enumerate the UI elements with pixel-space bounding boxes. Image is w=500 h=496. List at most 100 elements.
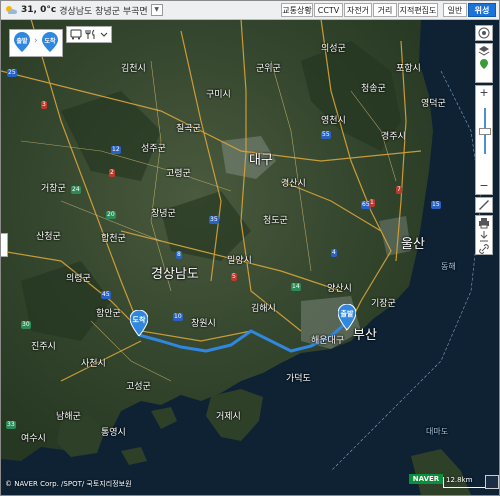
map-label: 가덕도 xyxy=(286,374,311,384)
zoom-in-button[interactable]: + xyxy=(476,87,492,99)
layer-controls xyxy=(475,43,493,83)
map-viewport[interactable]: 도착 출발 경상남도 대구 울산 부산 구미시 칠곡군 영천시 경산시 청도군 … xyxy=(0,0,500,496)
panel-collapse-handle[interactable] xyxy=(1,233,8,257)
weather-widget[interactable]: 31, 0°c 경상남도 창녕군 부곡면 ▼ xyxy=(4,3,163,17)
road-shield: 4 xyxy=(331,249,337,257)
road-shield: 1 xyxy=(369,199,375,207)
map-label: 성주군 xyxy=(141,144,166,154)
bus-icon[interactable] xyxy=(70,29,82,40)
map-label: 남해군 xyxy=(56,412,81,422)
road-shield: 30 xyxy=(21,321,31,329)
download-icon[interactable] xyxy=(478,230,490,242)
ruler-button[interactable] xyxy=(475,197,493,213)
map-label: 양산시 xyxy=(327,284,352,294)
map-label: 고성군 xyxy=(126,382,151,392)
map-label: 경주시 xyxy=(381,132,406,142)
road-shield: 24 xyxy=(71,186,81,194)
weather-temperature: 31, 0°c xyxy=(21,5,57,15)
road-shield: 7 xyxy=(396,186,402,194)
zoom-slider-handle[interactable] xyxy=(479,128,491,135)
map-label: 청도군 xyxy=(263,216,288,226)
transport-tools xyxy=(66,26,112,43)
map-label: 의령군 xyxy=(66,274,91,284)
road-shield: 2 xyxy=(109,169,115,177)
weather-location: 경상남도 창녕군 부곡면 xyxy=(59,6,148,17)
road-shield: 15 xyxy=(431,201,441,209)
print-icon[interactable] xyxy=(478,217,490,229)
attribution: © NAVER Corp. /SPOT/ 국토지리정보원 xyxy=(5,480,132,488)
road-shield: 14 xyxy=(291,283,301,291)
link-icon[interactable] xyxy=(478,243,490,255)
road-shield: 25 xyxy=(7,69,17,77)
naver-logo: NAVER xyxy=(409,474,443,484)
zoom-control[interactable]: + − xyxy=(475,85,493,195)
layers-icon[interactable] xyxy=(478,45,490,57)
map-label: 영덕군 xyxy=(421,99,446,109)
restaurant-icon[interactable] xyxy=(85,29,97,40)
road-shield: 20 xyxy=(106,211,116,219)
arrival-pin-label: 도착 xyxy=(132,316,146,324)
route-arrive-pin[interactable]: 도착 xyxy=(42,32,58,52)
map-label: 칠곡군 xyxy=(176,124,201,134)
road-shield: 45 xyxy=(101,291,111,299)
map-label: 경산시 xyxy=(281,179,306,189)
ruler-icon xyxy=(479,200,489,210)
road-shield: 55 xyxy=(321,131,331,139)
road-shield: 8 xyxy=(176,251,182,259)
road-shield: 33 xyxy=(6,421,16,429)
map-label: 여수시 xyxy=(21,434,46,444)
minimap-button[interactable] xyxy=(485,475,499,489)
map-label: 진주시 xyxy=(31,342,56,352)
map-label: 울산 xyxy=(401,237,425,252)
map-label: 거창군 xyxy=(41,184,66,194)
map-label: 해운대구 xyxy=(311,336,345,346)
compass-button[interactable] xyxy=(475,25,493,41)
map-label: 청송군 xyxy=(361,84,386,94)
map-label: 창원시 xyxy=(191,319,216,329)
zoom-out-button[interactable]: − xyxy=(476,180,492,192)
map-label: 군위군 xyxy=(256,64,281,74)
map-label: 김천시 xyxy=(121,64,146,74)
normal-map-button[interactable]: 일반 xyxy=(443,3,467,17)
sun-cloud-icon xyxy=(6,6,17,14)
cadastral-button[interactable]: 지적편집도 xyxy=(398,3,438,17)
road-shield: 12 xyxy=(111,146,121,154)
map-label: 밀양시 xyxy=(227,256,252,266)
route-start-label: 출발 xyxy=(16,38,28,45)
road-shield: 35 xyxy=(209,216,219,224)
map-label: 기장군 xyxy=(371,299,396,309)
cctv-button[interactable]: CCTV xyxy=(314,3,343,17)
map-top-toolbar: 31, 0°c 경상남도 창녕군 부곡면 ▼ 교통상황 CCTV 자전거 거리 … xyxy=(1,1,499,20)
traffic-button[interactable]: 교통상황 xyxy=(281,3,313,17)
arrival-pin[interactable]: 도착 xyxy=(129,309,149,337)
road-shield: 3 xyxy=(41,101,47,109)
satellite-map-button[interactable]: 위성 xyxy=(468,3,496,17)
map-label: 대마도 xyxy=(426,427,449,436)
departure-pin-label: 출발 xyxy=(340,310,354,318)
share-controls xyxy=(475,215,493,255)
chevron-down-icon[interactable] xyxy=(98,29,110,40)
map-label: 김해시 xyxy=(251,304,276,314)
road-shield: 10 xyxy=(173,313,183,321)
map-label: 거제시 xyxy=(216,412,241,422)
map-label: 대구 xyxy=(249,153,273,168)
scale-bar: 12.8km xyxy=(443,476,487,488)
scale-label: 12.8km xyxy=(446,476,473,484)
map-label: 합천군 xyxy=(101,234,126,244)
map-label: 창녕군 xyxy=(151,209,176,219)
street-view-icon[interactable] xyxy=(478,58,490,70)
bike-button[interactable]: 자전거 xyxy=(344,3,372,17)
route-start-pin[interactable]: 출발 xyxy=(14,32,30,52)
map-label: 구미시 xyxy=(206,90,231,100)
chevron-down-icon[interactable]: ▼ xyxy=(150,4,163,16)
route-panel[interactable]: 출발 › 도착 xyxy=(9,29,63,57)
map-label: 함안군 xyxy=(96,309,121,319)
arrow-right-icon: › xyxy=(34,36,38,46)
map-label: 경상남도 xyxy=(151,267,199,282)
compass-icon xyxy=(478,27,490,39)
map-label: 의성군 xyxy=(321,44,346,54)
map-label: 고령군 xyxy=(166,169,191,179)
map-label: 포항시 xyxy=(396,64,421,74)
distance-button[interactable]: 거리 xyxy=(373,3,397,17)
map-label: 통영시 xyxy=(101,428,126,438)
